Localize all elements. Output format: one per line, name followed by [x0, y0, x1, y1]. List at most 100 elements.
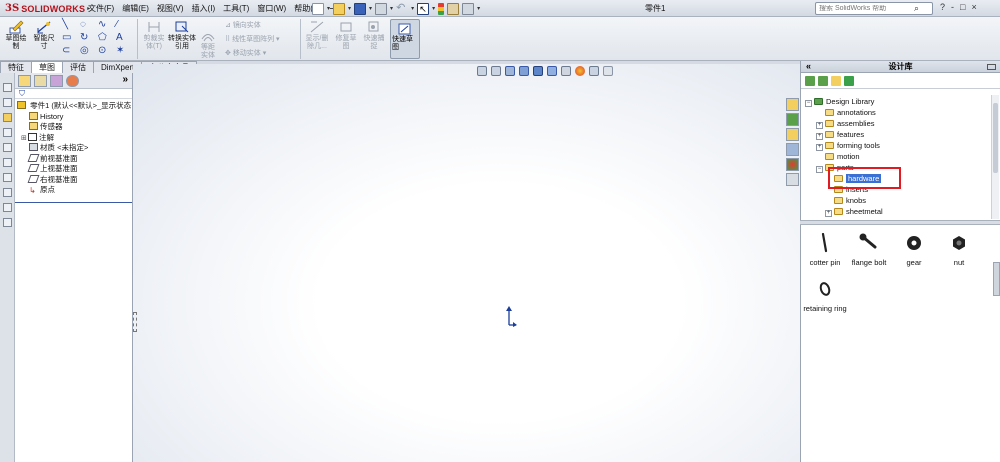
maximize-button[interactable]: □: [960, 2, 965, 12]
tab-sketch[interactable]: 草图: [31, 61, 63, 73]
view-icon[interactable]: [3, 188, 12, 197]
help-icon[interactable]: ?: [940, 2, 945, 12]
view-settings-icon[interactable]: [603, 66, 613, 76]
solidworks-resources-icon[interactable]: [786, 98, 799, 111]
view-orientation-icon[interactable]: [533, 66, 543, 76]
rapid-sketch-button[interactable]: 快速草图: [390, 19, 420, 59]
open-folder-icon[interactable]: [333, 2, 346, 15]
display-manager-tab-icon[interactable]: [66, 75, 79, 87]
smart-dimension-button[interactable]: 智能尺寸: [31, 20, 57, 51]
configuration-manager-tab-icon[interactable]: [50, 75, 63, 87]
print-icon[interactable]: [375, 2, 388, 15]
menu-edit[interactable]: 编辑(E): [118, 3, 153, 14]
expand-icon[interactable]: +: [816, 122, 823, 129]
display-style-icon[interactable]: [547, 66, 557, 76]
file-properties-icon[interactable]: [447, 2, 460, 15]
solidworks-logo[interactable]: 3S SOLIDWORKS ▸: [5, 2, 90, 15]
expand-icon[interactable]: +: [816, 144, 823, 151]
library-item-gear[interactable]: gear: [891, 233, 937, 268]
design-library-tab-icon[interactable]: [786, 113, 799, 126]
tree-item-material[interactable]: 材质 <未指定>: [17, 143, 132, 154]
sketch-button[interactable]: 草图绘制: [4, 20, 28, 51]
file-explorer-tab-icon[interactable]: [786, 128, 799, 141]
section-view-icon[interactable]: [519, 66, 529, 76]
repair-sketch-button[interactable]: 修复草图: [333, 20, 359, 51]
collapse-icon[interactable]: −: [805, 100, 812, 107]
tree-root-design-library[interactable]: − Design Library: [805, 97, 874, 107]
library-item-flange-bolt[interactable]: flange bolt: [846, 233, 892, 268]
graphics-area[interactable]: [133, 64, 800, 462]
save-icon[interactable]: [354, 2, 367, 15]
feature-icon[interactable]: [3, 113, 12, 122]
collapse-pane-icon[interactable]: «: [806, 61, 811, 72]
tree-item-history[interactable]: History: [17, 111, 132, 123]
linear-pattern-button[interactable]: ⠿ 线性草图阵列 ▾: [225, 34, 280, 44]
feature-tree-tab-icon[interactable]: [18, 75, 31, 87]
tree-folder-annotations[interactable]: annotations: [825, 108, 876, 118]
library-item-nut[interactable]: nut: [936, 233, 982, 268]
more-tabs-icon[interactable]: »: [122, 74, 128, 85]
trim-entities-button[interactable]: 剪裁实体(T): [141, 20, 167, 51]
pane-resize-handle[interactable]: [993, 262, 1000, 296]
help-search-box[interactable]: ⌕: [815, 2, 933, 15]
convert-entities-button[interactable]: 转换实体引用: [168, 20, 196, 51]
view-palette-tab-icon[interactable]: [786, 143, 799, 156]
close-button[interactable]: ×: [971, 2, 976, 12]
tree-root[interactable]: 零件1 (默认<<默认>_显示状态: [17, 101, 132, 112]
rectangle-icon[interactable]: ▭: [62, 32, 80, 45]
tree-folder-sheetmetal[interactable]: + sheetmetal: [825, 207, 883, 217]
new-document-icon[interactable]: [312, 2, 324, 15]
display-relations-button[interactable]: 显示/删除几...: [303, 20, 331, 51]
edit-appearance-icon[interactable]: [575, 66, 585, 76]
tangent-arc-icon[interactable]: ↻: [80, 32, 98, 45]
tree-item-sensors[interactable]: 传感器: [17, 122, 132, 133]
quick-snaps-button[interactable]: 快速捕捉: [362, 20, 386, 51]
open-dropdown-icon[interactable]: ▾: [348, 5, 351, 12]
pin-pane-icon[interactable]: [987, 64, 996, 70]
zoom-area-icon[interactable]: [491, 66, 501, 76]
tab-features[interactable]: 特征: [0, 61, 32, 73]
library-item-retaining-ring[interactable]: retaining ring: [802, 279, 848, 314]
search-icon[interactable]: ⌕: [914, 3, 919, 14]
tree-filter-icon[interactable]: ⛉: [15, 89, 132, 99]
collapse-icon[interactable]: −: [816, 166, 823, 173]
create-new-folder-icon[interactable]: [831, 76, 841, 86]
line-icon[interactable]: ╲: [62, 19, 80, 32]
tree-folder-routing[interactable]: +routing: [816, 218, 860, 219]
copy-icon[interactable]: [3, 143, 12, 152]
tree-folder-motion[interactable]: motion: [825, 152, 860, 162]
add-to-library-icon[interactable]: [805, 76, 815, 86]
menu-file[interactable]: 文件(F): [84, 3, 118, 14]
tab-evaluate[interactable]: 评估: [62, 61, 94, 73]
appearances-tab-icon[interactable]: [786, 158, 799, 171]
previous-view-icon[interactable]: [505, 66, 515, 76]
slot-icon[interactable]: ⊂: [62, 45, 80, 58]
undo-dropdown-icon[interactable]: ▾: [411, 5, 414, 12]
mirror-entities-button[interactable]: ⊿ 镜向实体: [225, 20, 261, 30]
minimize-button[interactable]: -: [951, 2, 954, 12]
library-item-cotter-pin[interactable]: cotter pin: [802, 232, 848, 268]
rebuild-icon[interactable]: [438, 2, 445, 15]
tree-folder-forming-tools[interactable]: + forming tools: [816, 141, 880, 151]
tree-item-front-plane[interactable]: 前视基准面: [17, 153, 132, 165]
help-search-input[interactable]: [819, 5, 914, 12]
text-sketch-icon[interactable]: A: [116, 32, 134, 45]
menu-view[interactable]: 视图(V): [153, 3, 188, 14]
expand-icon[interactable]: +: [825, 210, 832, 217]
property-manager-tab-icon[interactable]: [34, 75, 47, 87]
offset-entities-button[interactable]: 等距实体: [197, 29, 219, 60]
circle-icon[interactable]: ◎: [80, 45, 98, 58]
polygon-icon[interactable]: ⬠: [98, 32, 116, 45]
layers-icon[interactable]: [3, 128, 12, 137]
apply-scene-icon[interactable]: [589, 66, 599, 76]
center-arc-icon[interactable]: ◌: [80, 19, 98, 32]
tree-item-annotations[interactable]: ⊞ 注解: [17, 132, 132, 144]
print-dropdown-icon[interactable]: ▾: [390, 5, 393, 12]
tree-folder-features[interactable]: + features: [816, 130, 864, 140]
zoom-to-fit-icon[interactable]: [477, 66, 487, 76]
hide-show-items-icon[interactable]: [561, 66, 571, 76]
new-dropdown-icon[interactable]: ▾: [327, 5, 330, 12]
expand-icon[interactable]: ⊞: [21, 134, 28, 144]
section-icon[interactable]: [3, 173, 12, 182]
custom-properties-tab-icon[interactable]: [786, 173, 799, 186]
